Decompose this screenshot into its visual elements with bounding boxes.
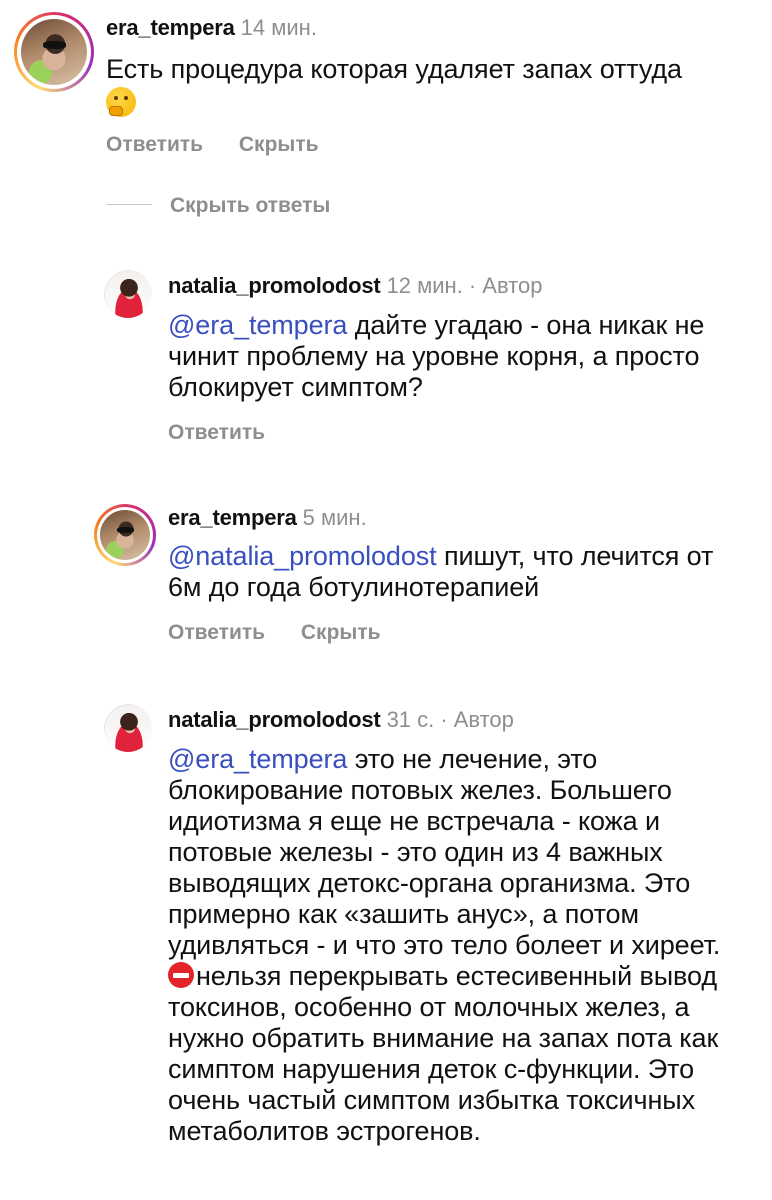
hide-button[interactable]: Скрыть <box>239 132 319 158</box>
comment-text: это не лечение, это блокирование потовых… <box>168 744 721 960</box>
avatar[interactable] <box>104 270 152 318</box>
avatar[interactable] <box>104 704 152 752</box>
comment-text-block: Есть процедура которая удаляет запах отт… <box>106 54 746 117</box>
comment-username[interactable]: natalia_promolodost <box>168 273 381 298</box>
mention-link[interactable]: @era_tempera <box>168 744 347 774</box>
comment-text-block: @era_tempera дайте угадаю - она никак не… <box>168 310 728 403</box>
comment-username[interactable]: natalia_promolodost <box>168 707 381 732</box>
avatar[interactable] <box>14 12 94 92</box>
comment-actions: Ответить <box>168 420 265 446</box>
avatar[interactable] <box>94 504 156 566</box>
thinking-face-icon <box>106 86 136 117</box>
reply-button[interactable]: Ответить <box>106 132 203 158</box>
author-badge: · Автор <box>468 273 543 298</box>
comment-username[interactable]: era_tempera <box>168 505 297 530</box>
no-entry-icon <box>168 962 194 988</box>
reply-button[interactable]: Ответить <box>168 620 265 646</box>
comment-text-block: @natalia_promolodost пишут, что лечится … <box>168 541 748 603</box>
reply-button[interactable]: Ответить <box>168 420 265 446</box>
divider <box>106 204 152 205</box>
comment-actions: Ответить Скрыть <box>106 132 319 158</box>
hide-replies-label[interactable]: Скрыть ответы <box>170 192 330 220</box>
comment-time: 12 мин. <box>386 273 463 298</box>
comment-username[interactable]: era_tempera <box>106 15 235 40</box>
mention-link[interactable]: @era_tempera <box>168 310 347 340</box>
comment-time: 5 мин. <box>302 505 367 530</box>
comment-time: 14 мин. <box>240 15 317 40</box>
comment-time: 31 с. <box>386 707 435 732</box>
mention-link[interactable]: @natalia_promolodost <box>168 541 437 571</box>
comment-actions: Ответить Скрыть <box>168 620 381 646</box>
comment-text-block: @era_tempera это не лечение, это блокиро… <box>168 744 742 1147</box>
comment-text-continued: нельзя перекрывать естесивенный вывод то… <box>168 961 719 1146</box>
comment-text: Есть процедура которая удаляет запах отт… <box>106 54 682 84</box>
author-badge: · Автор <box>440 707 514 732</box>
hide-button[interactable]: Скрыть <box>301 620 381 646</box>
